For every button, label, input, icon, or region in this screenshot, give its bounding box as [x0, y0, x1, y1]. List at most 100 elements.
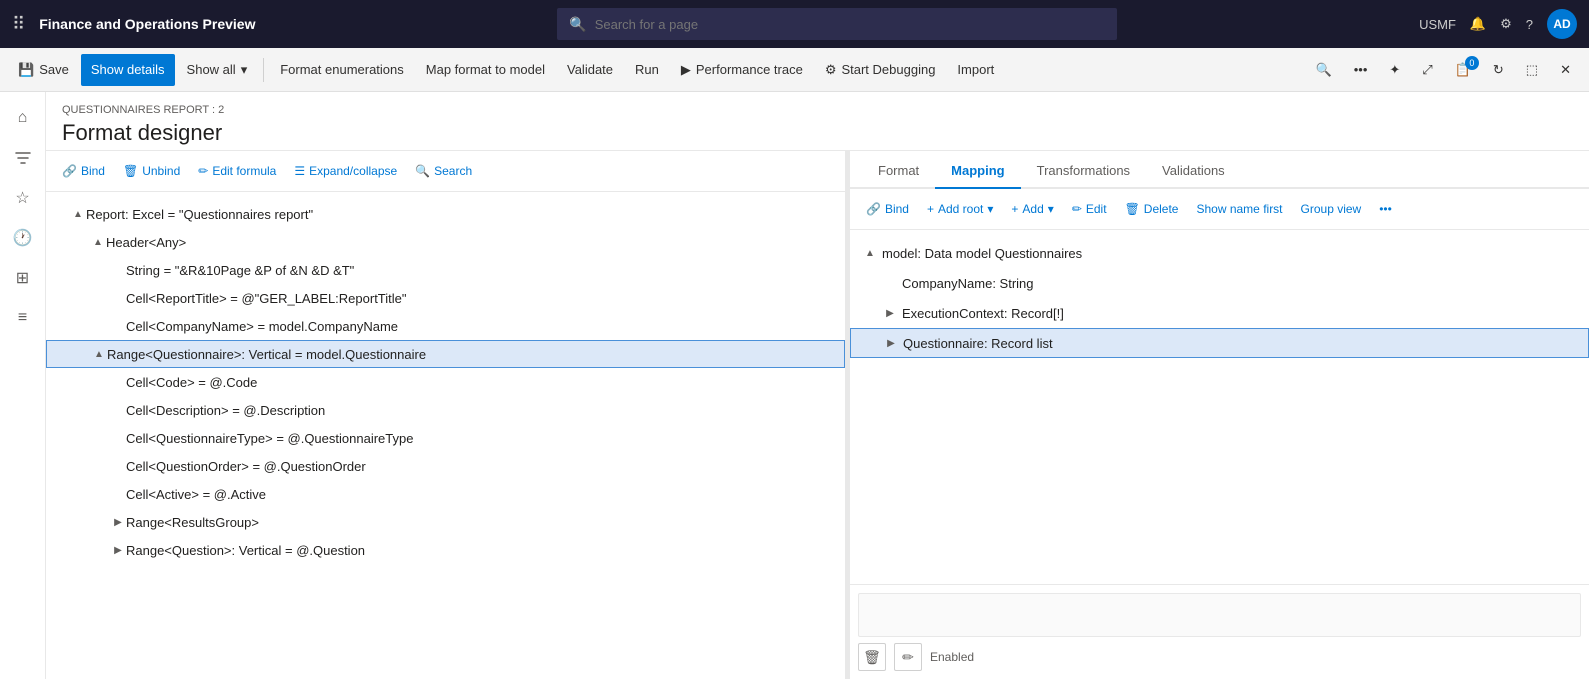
right-tree-item[interactable]: ▲ model: Data model Questionnaires [850, 238, 1589, 268]
tree-toggle[interactable]: ▲ [91, 346, 107, 362]
tree-item-selected[interactable]: ▲ Range<Questionnaire>: Vertical = model… [46, 340, 845, 368]
settings-toolbar-button[interactable]: ✦ [1379, 54, 1410, 86]
sidebar-icon-list[interactable]: ≡ [5, 300, 41, 336]
plus-icon: + [927, 202, 934, 216]
pop-out-button[interactable]: ⬚ [1516, 54, 1548, 86]
delete-button-right[interactable]: 🗑 Delete [1117, 195, 1187, 223]
close-button[interactable]: ✕ [1550, 54, 1581, 86]
page-title: Format designer [62, 120, 1573, 146]
performance-icon: ▶ [681, 62, 691, 78]
more-options-button[interactable]: ••• [1344, 54, 1378, 86]
badge-button[interactable]: 📋 0 [1445, 54, 1481, 86]
trash-icon-formula: 🗑 [863, 649, 881, 666]
formula-input[interactable] [858, 593, 1581, 637]
usmf-label: USMF [1419, 17, 1456, 32]
tree-item[interactable]: Cell<Code> = @.Code [46, 368, 845, 396]
refresh-button[interactable]: ↻ [1483, 54, 1514, 86]
tab-transformations[interactable]: Transformations [1021, 153, 1146, 189]
sidebar-icon-home[interactable]: ⌂ [5, 100, 41, 136]
debug-icon: ⚙ [825, 62, 837, 78]
tree-item[interactable]: Cell<QuestionnaireType> = @.Questionnair… [46, 424, 845, 452]
tree-toggle-right-exec[interactable]: ▶ [882, 308, 898, 319]
right-panel: Format Mapping Transformations Validatio… [850, 151, 1589, 679]
top-nav: ⠿ Finance and Operations Preview 🔍 USMF … [0, 0, 1589, 48]
group-view-button[interactable]: Group view [1293, 195, 1370, 223]
bind-button-right[interactable]: 🔗 Bind [858, 195, 917, 223]
search-button-left[interactable]: 🔍 Search [407, 157, 480, 185]
tab-format[interactable]: Format [862, 153, 935, 189]
tree-area: ▲ Report: Excel = "Questionnaires report… [46, 192, 845, 679]
tree-item[interactable]: Cell<CompanyName> = model.CompanyName [46, 312, 845, 340]
formula-edit-button[interactable]: ✏ [894, 643, 922, 671]
show-name-first-button[interactable]: Show name first [1188, 195, 1290, 223]
edit-formula-button[interactable]: ✏ Edit formula [190, 157, 284, 185]
format-enumerations-button[interactable]: Format enumerations [270, 54, 414, 86]
status-text: Enabled [930, 650, 974, 664]
validate-button[interactable]: Validate [557, 54, 623, 86]
tree-toggle[interactable]: ▶ [110, 542, 126, 558]
tree-toggle[interactable]: ▲ [90, 234, 106, 250]
tree-toggle-right-quest[interactable]: ▶ [883, 338, 899, 349]
edit-button-right[interactable]: ✏ Edit [1064, 195, 1115, 223]
map-format-button[interactable]: Map format to model [416, 54, 555, 86]
tab-mapping[interactable]: Mapping [935, 153, 1020, 189]
settings-icon[interactable]: ⚙ [1500, 16, 1512, 32]
expand-button[interactable]: ⤢ [1412, 54, 1442, 86]
tree-item[interactable]: Cell<ReportTitle> = @"GER_LABEL:ReportTi… [46, 284, 845, 312]
tree-item[interactable]: Cell<Active> = @.Active [46, 480, 845, 508]
pencil-icon-formula: ✏ [902, 649, 914, 666]
tree-item[interactable]: Cell<QuestionOrder> = @.QuestionOrder [46, 452, 845, 480]
help-icon[interactable]: ? [1526, 17, 1533, 32]
formula-delete-button[interactable]: 🗑 [858, 643, 886, 671]
add-button-right[interactable]: + Add ▾ [1003, 195, 1061, 223]
search-toolbar-button[interactable]: 🔍 [1306, 54, 1342, 86]
tree-item[interactable]: Cell<Description> = @.Description [46, 396, 845, 424]
save-button[interactable]: 💾 Save [8, 54, 79, 86]
trash-icon: 🗑 [1125, 202, 1140, 216]
expand-icon: ☰ [294, 164, 305, 178]
tab-validations[interactable]: Validations [1146, 153, 1241, 189]
chevron-down-icon: ▾ [241, 62, 248, 78]
more-right-button[interactable]: ••• [1371, 195, 1400, 223]
show-details-button[interactable]: Show details [81, 54, 175, 86]
panels: 🔗 Bind 🗑 Unbind ✏ Edit formula ☰ Expand/… [46, 151, 1589, 679]
unbind-button[interactable]: 🗑 Unbind [115, 157, 188, 185]
waffle-icon[interactable]: ⠿ [12, 14, 25, 35]
avatar[interactable]: AD [1547, 9, 1577, 39]
import-button[interactable]: Import [947, 54, 1004, 86]
show-all-button[interactable]: Show all ▾ [177, 54, 258, 86]
page-header: QUESTIONNAIRES REPORT : 2 Format designe… [46, 92, 1589, 151]
search-input[interactable] [595, 17, 1106, 32]
formula-area: 🗑 ✏ Enabled [850, 584, 1589, 679]
breadcrumb: QUESTIONNAIRES REPORT : 2 [62, 104, 1573, 116]
sidebar-icon-workspace[interactable]: ⊞ [5, 260, 41, 296]
run-button[interactable]: Run [625, 54, 669, 86]
left-toolbar: 🔗 Bind 🗑 Unbind ✏ Edit formula ☰ Expand/… [46, 151, 845, 192]
performance-trace-button[interactable]: ▶ Performance trace [671, 54, 813, 86]
link-icon: 🔗 [62, 164, 77, 178]
tree-item[interactable]: ▲ Header<Any> [46, 228, 845, 256]
right-tree-item[interactable]: CompanyName: String [850, 268, 1589, 298]
right-tree-item[interactable]: ▶ ExecutionContext: Record[!] [850, 298, 1589, 328]
tree-toggle[interactable]: ▲ [70, 206, 86, 222]
plus-icon-add: + [1011, 202, 1018, 216]
start-debugging-button[interactable]: ⚙ Start Debugging [815, 54, 946, 86]
tree-item[interactable]: ▶ Range<ResultsGroup> [46, 508, 845, 536]
tree-toggle[interactable]: ▶ [110, 514, 126, 530]
tree-item[interactable]: ▶ Range<Question>: Vertical = @.Question [46, 536, 845, 564]
right-tree-item-selected[interactable]: ▶ Questionnaire: Record list [850, 328, 1589, 358]
sidebar-icon-filter[interactable] [5, 140, 41, 176]
add-root-button[interactable]: + Add root ▾ [919, 195, 1001, 223]
notification-icon[interactable]: 🔔 [1470, 16, 1486, 32]
right-toolbar: 🔗 Bind + Add root ▾ + Add ▾ ✏ [850, 189, 1589, 230]
bind-button-left[interactable]: 🔗 Bind [54, 157, 113, 185]
search-bar[interactable]: 🔍 [557, 8, 1117, 40]
tree-item[interactable]: ▲ Report: Excel = "Questionnaires report… [46, 200, 845, 228]
sidebar-icon-star[interactable]: ☆ [5, 180, 41, 216]
tree-toggle-right[interactable]: ▲ [862, 248, 878, 259]
right-tree: ▲ model: Data model Questionnaires Compa… [850, 230, 1589, 584]
expand-collapse-button[interactable]: ☰ Expand/collapse [286, 157, 405, 185]
tree-item[interactable]: String = "&R&10Page &P of &N &D &T" [46, 256, 845, 284]
pencil-icon-right: ✏ [1072, 202, 1082, 216]
sidebar-icon-recent[interactable]: 🕐 [5, 220, 41, 256]
